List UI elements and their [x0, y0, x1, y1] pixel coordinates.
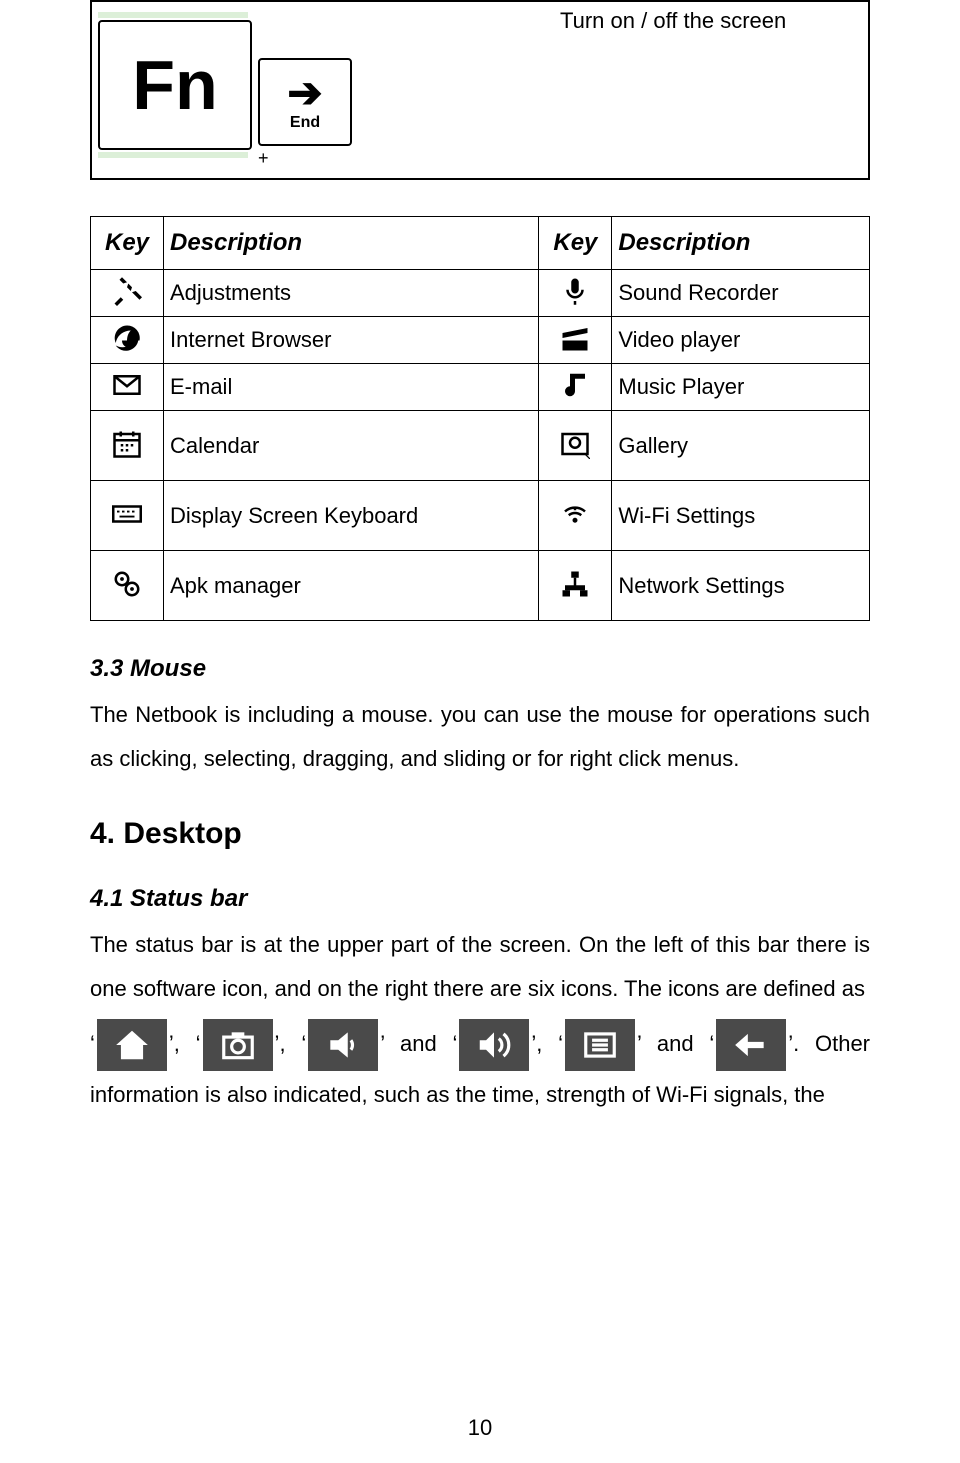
header-key-left: Key — [91, 217, 164, 270]
volume-down-icon — [308, 1019, 378, 1071]
cell-music-player: Music Player — [612, 364, 870, 411]
cell-apk-manager: Apk manager — [164, 551, 539, 621]
clapper-icon — [558, 321, 592, 355]
home-icon — [97, 1019, 167, 1071]
cell-gallery: Gallery — [612, 411, 870, 481]
cell-keyboard: Display Screen Keyboard — [164, 481, 539, 551]
cell-email: E-mail — [164, 364, 539, 411]
combo-description: Turn on / off the screen — [560, 8, 786, 34]
quote: ‘ — [90, 1031, 95, 1056]
arrow-right-icon: ➔ — [287, 72, 322, 114]
table-row: Calendar Gallery — [91, 411, 870, 481]
table-row: Internet Browser Video player — [91, 317, 870, 364]
cell-video-player: Video player — [612, 317, 870, 364]
volume-up-icon — [459, 1019, 529, 1071]
cell-calendar: Calendar — [164, 411, 539, 481]
sep: , — [536, 1031, 558, 1056]
cell-wifi: Wi-Fi Settings — [612, 481, 870, 551]
end-keycap: ➔ End — [258, 58, 352, 146]
cell-browser: Internet Browser — [164, 317, 539, 364]
table-row: E-mail Music Player — [91, 364, 870, 411]
header-key-right: Key — [539, 217, 612, 270]
cell-sound-recorder: Sound Recorder — [612, 270, 870, 317]
quote: ‘ — [709, 1031, 714, 1056]
header-desc-left: Description — [164, 217, 539, 270]
wifi-icon — [558, 497, 592, 531]
quote: ‘ — [558, 1031, 563, 1056]
section-mouse-heading: 3.3 Mouse — [90, 655, 870, 683]
key-description-table: Key Description Key Description Adjustme… — [90, 216, 870, 621]
gallery-icon — [558, 427, 592, 461]
plus-sign: + — [258, 148, 269, 169]
cell-adjustments: Adjustments — [164, 270, 539, 317]
table-header-row: Key Description Key Description — [91, 217, 870, 270]
section-mouse-body: The Netbook is including a mouse. you ca… — [90, 693, 870, 781]
table-row: Adjustments Sound Recorder — [91, 270, 870, 317]
and: and — [641, 1031, 709, 1056]
fn-key-combo-box: Fn + ➔ End Turn on / off the screen — [90, 0, 870, 180]
sep: , — [279, 1031, 301, 1056]
menu-icon — [565, 1019, 635, 1071]
calendar-icon — [110, 427, 144, 461]
table-row: Display Screen Keyboard Wi-Fi Settings — [91, 481, 870, 551]
network-icon — [558, 567, 592, 601]
chapter-desktop-heading: 4. Desktop — [90, 817, 870, 851]
header-desc-right: Description — [612, 217, 870, 270]
keyboard-icon — [110, 497, 144, 531]
icon-definition-line: ‘’, ‘’, ‘’ and ‘’, ‘’ and ‘’. Other info… — [90, 1019, 870, 1119]
end-label: End — [290, 114, 320, 132]
quote: ‘ — [301, 1031, 306, 1056]
page-number: 10 — [0, 1415, 960, 1441]
tools-icon — [110, 274, 144, 308]
fn-keycap: Fn — [98, 20, 252, 150]
mail-icon — [110, 368, 144, 402]
quote: ‘ — [453, 1031, 458, 1056]
quote: ‘ — [196, 1031, 201, 1056]
music-note-icon — [558, 368, 592, 402]
section-statusbar-body: The status bar is at the upper part of t… — [90, 923, 870, 1011]
back-arrow-icon — [716, 1019, 786, 1071]
cell-network: Network Settings — [612, 551, 870, 621]
microphone-icon — [558, 274, 592, 308]
sep: , — [174, 1031, 196, 1056]
camera-icon — [203, 1019, 273, 1071]
ie-icon — [110, 321, 144, 355]
gears-icon — [110, 567, 144, 601]
table-row: Apk manager Network Settings — [91, 551, 870, 621]
and: and — [384, 1031, 452, 1056]
section-statusbar-heading: 4.1 Status bar — [90, 885, 870, 913]
